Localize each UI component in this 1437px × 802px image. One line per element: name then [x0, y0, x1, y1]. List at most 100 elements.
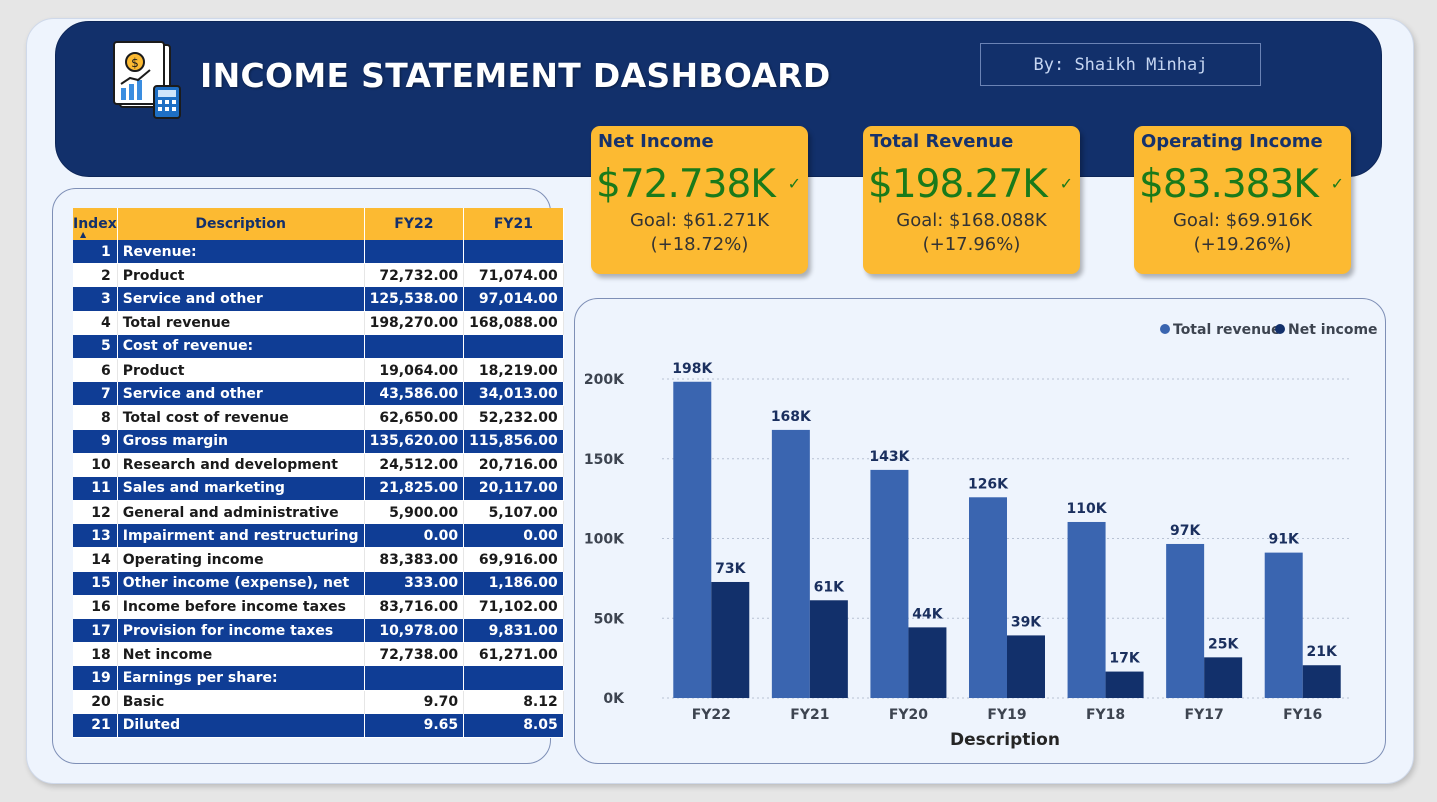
bar-total-revenue	[1264, 552, 1303, 698]
column-header-description[interactable]: Description	[117, 208, 365, 240]
cell-index: 19	[73, 666, 118, 691]
table-row[interactable]: 12 General and administrative 5,900.00 5,10…	[73, 500, 564, 525]
cell-fy22: 0.00	[364, 524, 465, 549]
check-icon: ✓	[1330, 174, 1344, 193]
cell-fy21: 115,856.00	[463, 429, 564, 454]
table-row[interactable]: 8 Total cost of revenue 62,650.00 52,232.00	[73, 405, 564, 430]
bar-total-revenue	[1166, 543, 1205, 698]
table-row[interactable]: 17 Provision for income taxes 10,978.00 9,8…	[73, 619, 564, 644]
cell-fy22: 83,716.00	[364, 595, 465, 619]
cell-description: Product	[117, 263, 365, 288]
data-label: 91K	[1269, 532, 1300, 548]
table-row[interactable]: 14 Operating income 83,383.00 69,916.00	[73, 547, 564, 572]
bar-net-income	[1007, 635, 1045, 698]
table-row[interactable]: 5 Cost of revenue:	[73, 334, 564, 359]
x-tick-label: FY21	[790, 707, 829, 723]
table-row[interactable]: 21 Diluted 9.65 8.05	[73, 713, 564, 738]
cell-fy22: 135,620.00	[364, 429, 465, 454]
table-row[interactable]: 10 Research and development 24,512.00 20,71…	[73, 453, 564, 477]
income-statement-table: Index ▲ Description FY22 FY21 1 Revenue: 2…	[73, 208, 564, 738]
column-header-fy22[interactable]: FY22	[364, 208, 465, 240]
cell-fy21: 69,916.00	[463, 547, 564, 572]
cell-index: 11	[73, 476, 118, 502]
table-row[interactable]: 3 Service and other 125,538.00 97,014.00	[73, 287, 564, 312]
kpi-card-total-revenue[interactable]: Total Revenue $198.27K ✓ Goal: $168.088K…	[863, 126, 1080, 274]
cell-fy22: 72,738.00	[364, 642, 465, 667]
cell-description: Diluted	[117, 713, 365, 738]
author-byline: By: Shaikh Minhaj	[980, 43, 1261, 86]
x-tick-label: FY16	[1283, 707, 1322, 723]
cell-fy22: 19,064.00	[364, 358, 465, 383]
table-row[interactable]: 1 Revenue:	[73, 240, 564, 265]
cell-description: Basic	[117, 690, 365, 714]
legend-label: Total revenue	[1173, 322, 1281, 338]
kpi-goal: Goal: $69.916K	[1172, 210, 1313, 231]
data-label: 21K	[1307, 644, 1338, 660]
cell-fy21: 1,186.00	[463, 571, 564, 596]
x-tick-label: FY17	[1185, 707, 1224, 723]
cell-fy21: 5,107.00	[463, 500, 564, 525]
cell-index: 3	[73, 287, 118, 312]
kpi-title: Net Income	[598, 131, 714, 152]
kpi-goal: Goal: $61.271K	[629, 210, 770, 231]
cell-description: Product	[117, 358, 365, 383]
cell-fy21: 168,088.00	[463, 311, 564, 335]
table-row[interactable]: 20 Basic 9.70 8.12	[73, 690, 564, 714]
bar-net-income	[1105, 671, 1144, 698]
y-tick-label: 50K	[594, 611, 625, 627]
kpi-change: (+17.96%)	[922, 234, 1021, 255]
kpi-card-operating-income[interactable]: Operating Income $83.383K ✓ Goal: $69.91…	[1134, 126, 1351, 274]
cell-description: Service and other	[117, 287, 365, 312]
cell-description: Total revenue	[117, 311, 365, 335]
cell-fy22: 83,383.00	[364, 547, 465, 572]
table-row[interactable]: 19 Earnings per share:	[73, 666, 564, 691]
cell-fy22: 72,732.00	[364, 263, 465, 288]
table-body: 1 Revenue: 2 Product 72,732.00 71,074.00 3 Serv…	[73, 240, 564, 738]
bar-total-revenue	[771, 429, 810, 698]
kpi-card-net-income[interactable]: Net Income $72.738K ✓ Goal: $61.271K (+1…	[591, 126, 808, 274]
sort-ascending-icon[interactable]: ▲	[80, 230, 86, 239]
cell-description: Net income	[117, 642, 365, 667]
column-header-fy21[interactable]: FY21	[463, 208, 564, 240]
kpi-title: Total Revenue	[870, 131, 1014, 152]
cell-index: 8	[73, 405, 118, 430]
cell-index: 14	[73, 547, 118, 572]
kpi-value: $198.27K	[868, 162, 1048, 207]
cell-description: Sales and marketing	[117, 476, 365, 502]
page-title: INCOME STATEMENT DASHBOARD	[200, 56, 831, 95]
cell-description: Operating income	[117, 547, 365, 572]
cell-fy22: 198,270.00	[364, 311, 465, 335]
cell-description: Provision for income taxes	[117, 619, 365, 644]
table-row[interactable]: 18 Net income 72,738.00 61,271.00	[73, 642, 564, 667]
revenue-income-bar-chart: 0K 50K 100K 150K 200K 198K 73K FY22 168K 61K FY21 1…	[584, 322, 1378, 750]
data-label: 110K	[1067, 501, 1108, 517]
table-row[interactable]: 16 Income before income taxes 83,716.00 71,…	[73, 595, 564, 619]
cell-fy21: 8.12	[463, 690, 564, 714]
table-row[interactable]: 13 Impairment and restructuring 0.00 0.00	[73, 524, 564, 549]
data-label: 168K	[771, 409, 812, 425]
table-row[interactable]: 9 Gross margin 135,620.00 115,856.00	[73, 429, 564, 454]
cell-index: 18	[73, 642, 118, 667]
table-row[interactable]: 7 Service and other 43,586.00 34,013.00	[73, 382, 564, 407]
table-row[interactable]: 6 Product 19,064.00 18,219.00	[73, 358, 564, 383]
cell-index: 20	[73, 690, 118, 714]
cell-fy21: 18,219.00	[463, 358, 564, 383]
table-row[interactable]: 15 Other income (expense), net 333.00 1,186…	[73, 571, 564, 596]
cell-index: 12	[73, 500, 118, 525]
table-row[interactable]: 4 Total revenue 198,270.00 168,088.00	[73, 311, 564, 335]
cell-fy21: 61,271.00	[463, 642, 564, 667]
cell-index: 13	[73, 524, 118, 549]
cell-fy22	[364, 240, 465, 265]
cell-index: 2	[73, 263, 118, 288]
table-row[interactable]: 2 Product 72,732.00 71,074.00	[73, 263, 564, 288]
cell-fy22: 62,650.00	[364, 405, 465, 430]
check-icon: ✓	[1059, 174, 1073, 193]
cell-fy21: 20,117.00	[463, 476, 564, 502]
cell-description: Gross margin	[117, 429, 365, 454]
column-header-index[interactable]: Index ▲	[73, 208, 118, 240]
cell-index: 17	[73, 619, 118, 644]
table-row[interactable]: 11 Sales and marketing 21,825.00 20,117.00	[73, 476, 564, 502]
cell-fy21: 52,232.00	[463, 405, 564, 430]
bar-net-income	[908, 627, 947, 698]
x-tick-label: FY18	[1086, 707, 1125, 723]
